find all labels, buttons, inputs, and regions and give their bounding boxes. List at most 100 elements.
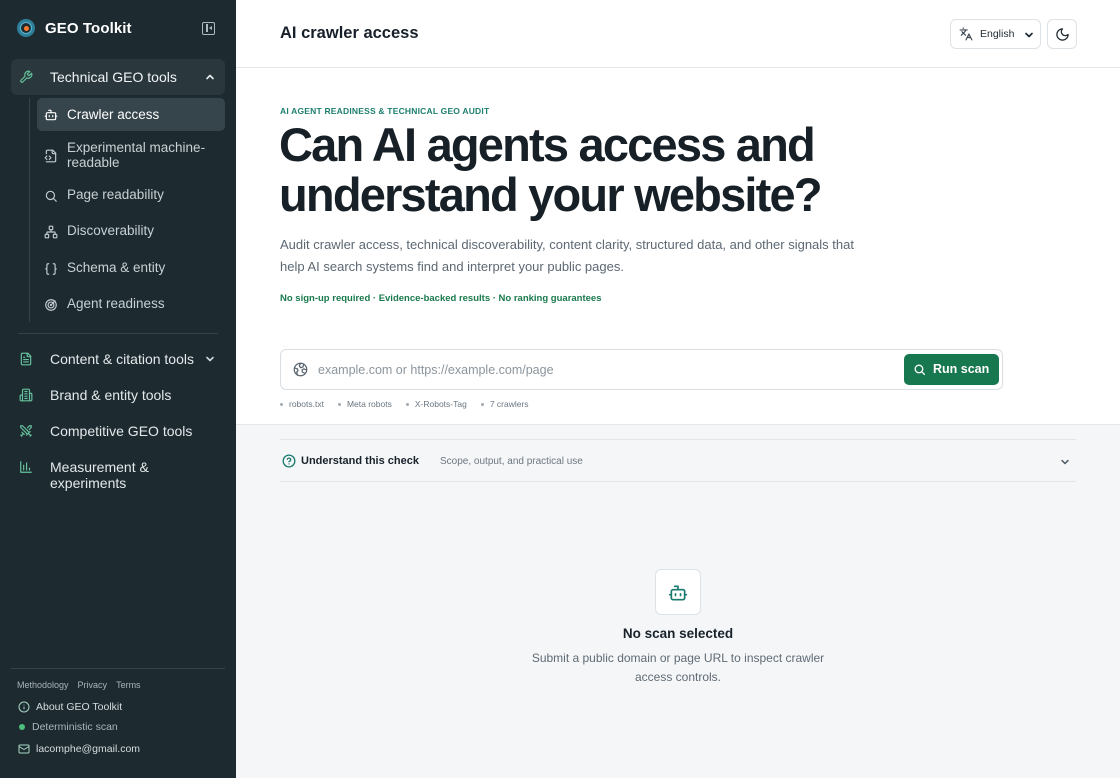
empty-state-title: No scan selected: [622, 626, 734, 641]
sidebar-item-discoverability[interactable]: Discoverability: [37, 217, 225, 245]
sidebar-item-agent-readiness[interactable]: Agent readiness: [37, 290, 225, 318]
nav-group-technical-geo-tools[interactable]: Technical GEO tools: [11, 59, 225, 95]
empty-state-badge: [655, 569, 701, 615]
swords-icon: [19, 424, 33, 438]
sidebar-item-label: Content & citation tools: [50, 351, 194, 367]
wrench-icon: [19, 70, 33, 84]
moon-icon: [1055, 27, 1070, 42]
hero-eyebrow: AI AGENT READINESS & TECHNICAL GEO AUDIT: [280, 106, 490, 116]
hero-tagline: No sign-up required · Evidence-backed re…: [280, 293, 602, 304]
chip-label: robots.txt: [289, 399, 324, 409]
sidebar-item-label: Competitive GEO tools: [50, 423, 193, 439]
run-scan-button[interactable]: Run scan: [904, 354, 999, 385]
chevron-down-icon: [205, 354, 215, 364]
chip-x-robots-tag: X-Robots-Tag: [405, 399, 467, 409]
results-area: Understand this check Scope, output, and…: [236, 425, 1120, 778]
sidebar-item-label: Measurement & experiments: [50, 459, 149, 491]
footer-divider: [11, 668, 225, 669]
globe-icon: [293, 362, 308, 377]
nav-group-label: Technical GEO tools: [50, 69, 177, 85]
sitemap-icon: [44, 225, 58, 239]
robot-icon: [668, 583, 688, 603]
hero-section: AI AGENT READINESS & TECHNICAL GEO AUDIT…: [236, 69, 1120, 425]
privacy-link[interactable]: Privacy: [78, 680, 108, 690]
sidebar-item-label: Schema & entity: [67, 260, 166, 275]
run-scan-label: Run scan: [933, 362, 990, 376]
url-input[interactable]: [318, 358, 898, 382]
language-select[interactable]: English: [950, 19, 1041, 49]
page-title: AI crawler access: [280, 24, 419, 42]
theme-toggle-button[interactable]: [1047, 19, 1077, 49]
search-icon: [44, 189, 58, 203]
hero-headline-line-1: Can AI agents access and: [279, 118, 816, 171]
sidebar-item-experimental-machine-readable[interactable]: Experimental machine-readable: [37, 138, 225, 174]
sidebar-item-label: Page readability: [67, 187, 164, 202]
top-bar: AI crawler access English: [236, 0, 1120, 68]
info-icon: [18, 701, 30, 713]
chevron-up-icon: [205, 72, 215, 82]
sidebar-item-label: Brand & entity tools: [50, 387, 172, 403]
sidebar-item-content-citation-tools[interactable]: Content & citation tools: [11, 343, 225, 375]
sidebar-item-competitive-geo-tools[interactable]: Competitive GEO tools: [11, 415, 225, 447]
status-dot-icon: [19, 724, 25, 730]
sidebar-item-label: Experimental machine-readable: [67, 140, 206, 170]
scan-status-label: Deterministic scan: [32, 721, 118, 733]
sidebar-item-label: Agent readiness: [67, 296, 165, 311]
empty-state-description: Submit a public domain or page URL to in…: [531, 651, 825, 684]
sidebar: GEO Toolkit Technical GEO tools Crawler …: [0, 0, 236, 778]
help-circle-icon: [282, 454, 296, 468]
about-link[interactable]: About GEO Toolkit: [18, 701, 122, 713]
brand-name: GEO Toolkit: [45, 19, 132, 37]
contact-email[interactable]: lacomphe@gmail.com: [18, 743, 140, 755]
methodology-link[interactable]: Methodology: [17, 680, 69, 690]
chip-crawlers: 7 crawlers: [480, 399, 529, 409]
search-icon: [913, 363, 926, 376]
scan-scope-chips: robots.txt Meta robots X-Robots-Tag 7 cr…: [280, 399, 529, 409]
footer-links: Methodology Privacy Terms: [17, 680, 141, 690]
sidebar-divider: [18, 333, 218, 334]
radar-icon: [44, 298, 58, 312]
collapse-sidebar-icon[interactable]: [202, 22, 215, 35]
url-search-box: Run scan: [280, 349, 1003, 390]
robot-icon: [44, 108, 58, 122]
understand-check-accordion[interactable]: Understand this check Scope, output, and…: [280, 439, 1076, 482]
about-label: About GEO Toolkit: [36, 701, 123, 713]
chip-meta-robots: Meta robots: [337, 399, 392, 409]
sidebar-item-schema-entity[interactable]: Schema & entity: [37, 254, 225, 282]
bullet-icon: [480, 402, 484, 406]
sidebar-item-label: Crawler access: [67, 107, 160, 122]
accordion-subtitle: Scope, output, and practical use: [440, 456, 583, 467]
chevron-down-icon: [1024, 30, 1034, 40]
sidebar-item-page-readability[interactable]: Page readability: [37, 181, 225, 209]
hero-description: Audit crawler access, technical discover…: [280, 237, 854, 274]
bullet-icon: [405, 402, 409, 406]
sidebar-item-brand-entity-tools[interactable]: Brand & entity tools: [11, 379, 225, 411]
chip-robots-txt: robots.txt: [280, 399, 324, 409]
sidebar-item-crawler-access[interactable]: Crawler access: [37, 98, 225, 131]
chip-label: 7 crawlers: [489, 399, 529, 409]
brand[interactable]: GEO Toolkit: [17, 17, 132, 39]
translate-icon: [959, 27, 973, 41]
hero-headline-line-2: understand your website?: [279, 168, 823, 221]
subnav-guide-line: [29, 98, 30, 322]
terms-link[interactable]: Terms: [116, 680, 141, 690]
chip-label: Meta robots: [346, 399, 392, 409]
bullet-icon: [337, 402, 341, 406]
braces-icon: [44, 262, 58, 276]
geo-logo-icon: [17, 19, 35, 37]
hero-headline: Can AI agents access and understand your…: [279, 120, 899, 220]
chip-label: X-Robots-Tag: [414, 399, 467, 409]
language-value: English: [980, 28, 1015, 40]
chevron-down-icon: [1060, 457, 1070, 467]
file-code-icon: [44, 149, 58, 163]
bar-chart-icon: [19, 460, 33, 474]
mail-icon: [18, 743, 30, 755]
building-icon: [19, 388, 33, 402]
sidebar-item-measurement-experiments[interactable]: Measurement & experiments: [11, 451, 225, 491]
accordion-title: Understand this check: [301, 455, 419, 467]
document-icon: [19, 352, 33, 366]
email-label: lacomphe@gmail.com: [36, 743, 141, 755]
sidebar-item-label: Discoverability: [67, 223, 155, 238]
scan-status: Deterministic scan: [18, 721, 118, 733]
bullet-icon: [280, 402, 283, 406]
